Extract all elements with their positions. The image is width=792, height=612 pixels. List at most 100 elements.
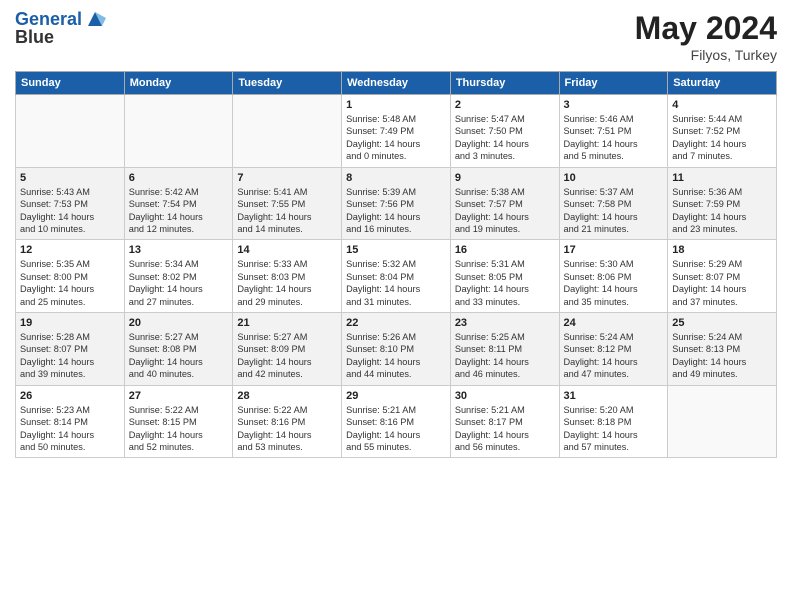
day-info: Sunrise: 5:46 AMSunset: 7:51 PMDaylight:…: [564, 113, 664, 163]
daylight-text-1: Daylight: 14 hours: [564, 357, 638, 367]
day-number: 26: [20, 390, 120, 402]
day-cell-3-1: 20Sunrise: 5:27 AMSunset: 8:08 PMDayligh…: [124, 313, 233, 386]
sunset-text: Sunset: 7:53 PM: [20, 199, 88, 209]
daylight-text-2: and 0 minutes.: [346, 151, 406, 161]
day-number: 14: [237, 244, 337, 256]
day-number: 25: [672, 317, 772, 329]
day-cell-4-1: 27Sunrise: 5:22 AMSunset: 8:15 PMDayligh…: [124, 385, 233, 458]
daylight-text-2: and 5 minutes.: [564, 151, 624, 161]
daylight-text-1: Daylight: 14 hours: [564, 139, 638, 149]
day-cell-1-0: 5Sunrise: 5:43 AMSunset: 7:53 PMDaylight…: [16, 167, 125, 240]
day-info: Sunrise: 5:32 AMSunset: 8:04 PMDaylight:…: [346, 258, 446, 308]
daylight-text-1: Daylight: 14 hours: [564, 430, 638, 440]
sunrise-text: Sunrise: 5:43 AM: [20, 187, 90, 197]
location: Filyos, Turkey: [635, 47, 777, 63]
day-cell-3-5: 24 Sunrise: 5:24 AMSunset: 8:12 PMDayligh…: [559, 313, 668, 386]
daylight-text-1: Daylight: 14 hours: [237, 357, 311, 367]
sunrise-text: Sunrise: 5:28 AM: [20, 332, 90, 342]
week-row-3: 19Sunrise: 5:28 AMSunset: 8:07 PMDayligh…: [16, 313, 777, 386]
daylight-text-1: Daylight: 14 hours: [455, 139, 529, 149]
sunset-text: Sunset: 8:16 PM: [346, 417, 414, 427]
day-info: Sunrise: 5:43 AMSunset: 7:53 PMDaylight:…: [20, 186, 120, 236]
header-wednesday: Wednesday: [342, 72, 451, 95]
day-number: 31: [564, 390, 664, 402]
day-number: 4: [672, 99, 772, 111]
sunrise-text: Sunrise: 5:27 AM: [237, 332, 307, 342]
day-number: 19: [20, 317, 120, 329]
day-number: 13: [129, 244, 229, 256]
daylight-text-2: and 7 minutes.: [672, 151, 732, 161]
sunset-text: Sunset: 8:05 PM: [455, 272, 523, 282]
day-cell-3-3: 22Sunrise: 5:26 AMSunset: 8:10 PMDayligh…: [342, 313, 451, 386]
sunset-text: Sunset: 8:16 PM: [237, 417, 305, 427]
day-cell-0-5: 3Sunrise: 5:46 AMSunset: 7:51 PMDaylight…: [559, 95, 668, 168]
day-cell-3-0: 19Sunrise: 5:28 AMSunset: 8:07 PMDayligh…: [16, 313, 125, 386]
day-number: 18: [672, 244, 772, 256]
daylight-text-1: Daylight: 14 hours: [237, 430, 311, 440]
day-cell-2-3: 15 Sunrise: 5:32 AMSunset: 8:04 PMDayligh…: [342, 240, 451, 313]
day-cell-2-0: 12Sunrise: 5:35 AMSunset: 8:00 PMDayligh…: [16, 240, 125, 313]
daylight-text-2: and 19 minutes.: [455, 224, 520, 234]
day-number: 12: [20, 244, 120, 256]
sunrise-text: Sunrise: 5:22 AM: [129, 405, 199, 415]
sunrise-text: Sunrise: 5:37 AM: [564, 187, 634, 197]
day-number: 1: [346, 99, 446, 111]
daylight-text-1: Daylight: 14 hours: [129, 212, 203, 222]
day-cell-0-3: 1Sunrise: 5:48 AMSunset: 7:49 PMDaylight…: [342, 95, 451, 168]
day-cell-0-6: 4 Sunrise: 5:44 AMSunset: 7:52 PMDaylight…: [668, 95, 777, 168]
week-row-4: 26Sunrise: 5:23 AMSunset: 8:14 PMDayligh…: [16, 385, 777, 458]
daylight-text-2: and 31 minutes.: [346, 297, 411, 307]
daylight-text-1: Daylight: 14 hours: [129, 430, 203, 440]
daylight-text-2: and 21 minutes.: [564, 224, 629, 234]
daylight-text-1: Daylight: 14 hours: [346, 357, 420, 367]
sunset-text: Sunset: 8:10 PM: [346, 344, 414, 354]
sunrise-text: Sunrise: 5:44 AM: [672, 114, 742, 124]
day-info: Sunrise: 5:25 AMSunset: 8:11 PMDaylight:…: [455, 331, 555, 381]
sunrise-text: Sunrise: 5:21 AM: [346, 405, 416, 415]
day-number: 15: [346, 244, 446, 256]
day-cell-0-1: [124, 95, 233, 168]
daylight-text-2: and 33 minutes.: [455, 297, 520, 307]
day-cell-4-5: 31Sunrise: 5:20 AMSunset: 8:18 PMDayligh…: [559, 385, 668, 458]
day-number: 20: [129, 317, 229, 329]
sunset-text: Sunset: 7:54 PM: [129, 199, 197, 209]
sunset-text: Sunset: 7:57 PM: [455, 199, 523, 209]
day-info: Sunrise: 5:27 AMSunset: 8:09 PMDaylight:…: [237, 331, 337, 381]
day-cell-0-4: 2Sunrise: 5:47 AMSunset: 7:50 PMDaylight…: [450, 95, 559, 168]
header-tuesday: Tuesday: [233, 72, 342, 95]
header: General Blue May 2024 Filyos, Turkey: [15, 10, 777, 63]
daylight-text-1: Daylight: 14 hours: [455, 357, 529, 367]
day-cell-0-2: [233, 95, 342, 168]
logo: General Blue: [15, 10, 106, 48]
daylight-text-1: Daylight: 14 hours: [346, 212, 420, 222]
day-number: 24: [564, 317, 664, 329]
daylight-text-1: Daylight: 14 hours: [237, 284, 311, 294]
daylight-text-2: and 55 minutes.: [346, 442, 411, 452]
day-info: Sunrise: 5:44 AMSunset: 7:52 PMDaylight:…: [672, 113, 772, 163]
day-info: Sunrise: 5:22 AMSunset: 8:15 PMDaylight:…: [129, 404, 229, 454]
day-cell-1-2: 7Sunrise: 5:41 AMSunset: 7:55 PMDaylight…: [233, 167, 342, 240]
daylight-text-2: and 10 minutes.: [20, 224, 85, 234]
day-cell-1-3: 8Sunrise: 5:39 AMSunset: 7:56 PMDaylight…: [342, 167, 451, 240]
day-cell-2-1: 13Sunrise: 5:34 AMSunset: 8:02 PMDayligh…: [124, 240, 233, 313]
daylight-text-1: Daylight: 14 hours: [455, 212, 529, 222]
day-info: Sunrise: 5:36 AMSunset: 7:59 PMDaylight:…: [672, 186, 772, 236]
sunrise-text: Sunrise: 5:41 AM: [237, 187, 307, 197]
daylight-text-1: Daylight: 14 hours: [672, 357, 746, 367]
day-info: Sunrise: 5:38 AM Sunset: 7:57 PM Daylight:…: [455, 186, 555, 236]
day-info: Sunrise: 5:21 AMSunset: 8:17 PMDaylight:…: [455, 404, 555, 454]
sunrise-text: Sunrise: 5:38 AM: [455, 187, 525, 197]
daylight-text-1: Daylight: 14 hours: [129, 284, 203, 294]
daylight-text-1: Daylight: 14 hours: [20, 430, 94, 440]
sunrise-text: Sunrise: 5:23 AM: [20, 405, 90, 415]
sunset-text: Sunset: 8:11 PM: [455, 344, 522, 354]
daylight-text-2: and 27 minutes.: [129, 297, 194, 307]
day-info: Sunrise: 5:24 AMSunset: 8:12 PMDaylight:…: [564, 331, 664, 381]
sunrise-text: Sunrise: 5:33 AM: [237, 259, 307, 269]
day-cell-2-6: 18Sunrise: 5:29 AMSunset: 8:07 PMDayligh…: [668, 240, 777, 313]
day-info: Sunrise: 5:30 AMSunset: 8:06 PMDaylight:…: [564, 258, 664, 308]
day-info: Sunrise: 5:33 AMSunset: 8:03 PMDaylight:…: [237, 258, 337, 308]
day-number: 5: [20, 172, 120, 184]
daylight-text-1: Daylight: 14 hours: [346, 430, 420, 440]
daylight-text-2: and 14 minutes.: [237, 224, 302, 234]
